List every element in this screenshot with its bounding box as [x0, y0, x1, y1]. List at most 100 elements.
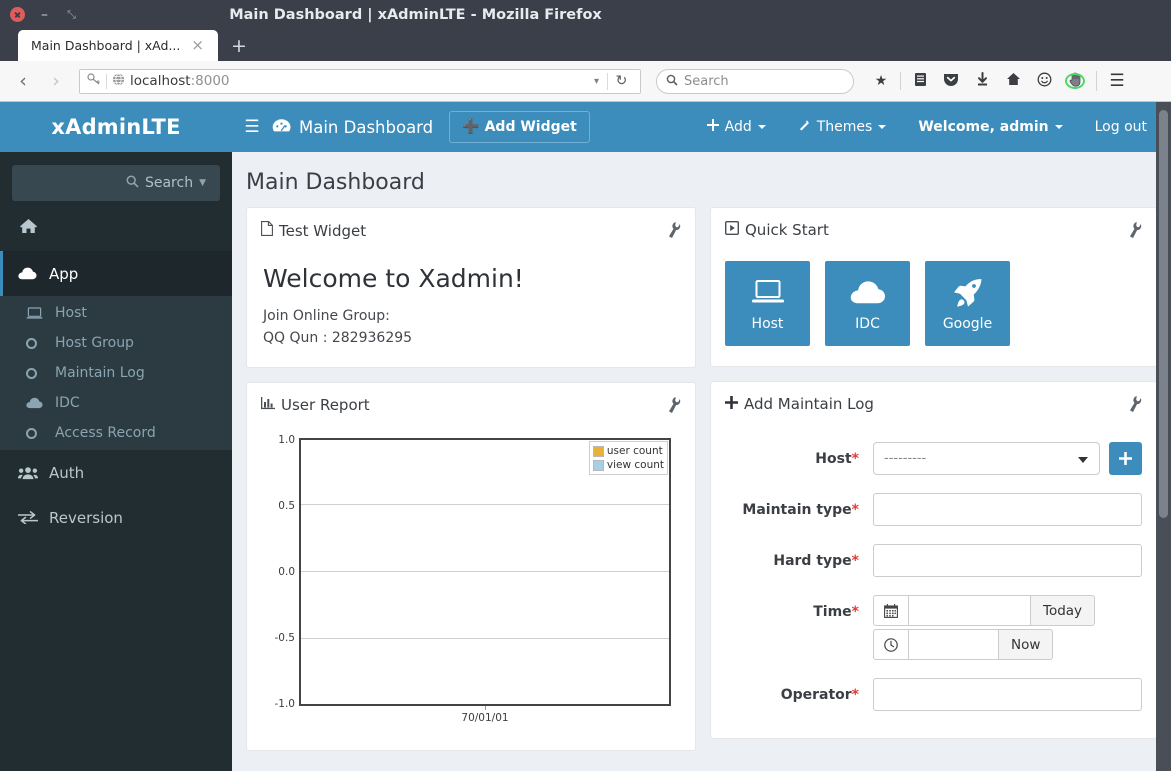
form-row-operator: Operator*	[725, 669, 1142, 720]
sync-smiley-icon[interactable]	[1030, 72, 1058, 91]
wrench-icon[interactable]	[664, 220, 685, 244]
form-row-hard-type: Hard type*	[725, 535, 1142, 586]
chevron-down-icon[interactable]: ▾	[586, 76, 607, 87]
window-close-button[interactable]	[10, 7, 25, 22]
required-marker: *	[851, 604, 859, 620]
host-select[interactable]: ---------	[873, 442, 1100, 475]
host-select-value: ---------	[884, 451, 927, 466]
home-icon[interactable]	[999, 72, 1027, 90]
sidebar-item-host[interactable]: Host	[0, 298, 232, 328]
page-header: Main Dashboard	[232, 152, 1171, 207]
play-box-icon	[724, 220, 740, 239]
scrollbar-thumb[interactable]	[1159, 110, 1168, 518]
x-tick-label: 70/01/01	[461, 712, 509, 724]
now-button[interactable]: Now	[999, 629, 1054, 660]
sidebar-search[interactable]: Search ▼	[12, 165, 220, 201]
sidebar-item-access-record[interactable]: Access Record	[0, 418, 232, 448]
browser-tab[interactable]: Main Dashboard | xAd... ×	[18, 30, 218, 61]
time-input[interactable]	[909, 629, 999, 660]
pocket-icon[interactable]	[937, 72, 965, 91]
menu-divider	[1096, 71, 1097, 91]
sidebar-toggle-icon[interactable]: ☰	[232, 117, 272, 137]
sidebar-item-auth[interactable]: Auth	[0, 450, 232, 495]
library-icon[interactable]	[906, 72, 934, 91]
operator-label: Operator*	[780, 687, 859, 703]
widget-body: Host IDC Google	[711, 247, 1156, 366]
url-text: localhost:8000	[130, 73, 586, 89]
add-host-button[interactable]	[1109, 442, 1142, 475]
widget-quick-start: Quick Start Host IDC Google	[710, 207, 1157, 367]
clock-icon[interactable]	[873, 629, 909, 660]
operator-input[interactable]	[873, 678, 1142, 711]
wrench-icon[interactable]	[664, 395, 685, 419]
widget-test: Test Widget Welcome to Xadmin! Join Onli…	[246, 207, 696, 368]
today-button[interactable]: Today	[1031, 595, 1096, 626]
sidebar-subitem-label: Access Record	[55, 425, 156, 441]
sidebar-item-app[interactable]: App	[0, 251, 232, 296]
gridline	[301, 571, 669, 572]
wrench-icon[interactable]	[1125, 220, 1146, 244]
hand-icon[interactable]	[1061, 71, 1089, 91]
tab-title: Main Dashboard | xAd...	[31, 38, 181, 53]
bar-chart-icon	[261, 396, 275, 414]
url-bar[interactable]: localhost:8000 ▾ ↻	[79, 68, 641, 94]
window-maximize-button[interactable]: ⤡	[64, 7, 79, 22]
plus-icon	[725, 395, 738, 413]
page-scrollbar[interactable]	[1156, 102, 1171, 771]
date-input[interactable]	[909, 595, 1031, 626]
close-icon[interactable]: ×	[185, 38, 210, 53]
quick-start-tile-idc[interactable]: IDC	[825, 261, 910, 346]
sidebar-item-idc[interactable]: IDC	[0, 388, 232, 418]
widget-user-report: User Report 1.0 0.5 0.0 -0.5 -1.0 user c…	[246, 382, 696, 751]
nav-themes-menu[interactable]: Themes	[782, 119, 903, 136]
legend-item: user count	[592, 444, 664, 458]
main-content: ☰ Main Dashboard ➕ Add Widget Add Themes…	[232, 102, 1171, 771]
quick-start-tile-host[interactable]: Host	[725, 261, 810, 346]
sidebar-item-host-group[interactable]: Host Group	[0, 328, 232, 358]
sidebar-item-reversion[interactable]: Reversion	[0, 495, 232, 540]
form-row-maintain-type: Maintain type*	[725, 484, 1142, 535]
logout-link[interactable]: Log out	[1079, 119, 1163, 135]
hard-type-input[interactable]	[873, 544, 1142, 577]
form-row-time: Time* Today Now	[725, 586, 1142, 669]
y-tick-label: -1.0	[274, 698, 296, 710]
browser-menu-icon[interactable]: ☰	[1104, 71, 1130, 91]
widget-title-wrap: Add Maintain Log	[725, 395, 874, 413]
gridline	[301, 638, 669, 639]
nav-themes-label: Themes	[816, 119, 873, 135]
tile-label: Google	[942, 315, 993, 332]
nav-user-menu[interactable]: Welcome, admin	[902, 119, 1078, 135]
time-input-group: Now	[873, 629, 1054, 660]
download-icon[interactable]	[968, 71, 996, 91]
back-button[interactable]: ‹	[8, 70, 38, 92]
quick-start-tile-google[interactable]: Google	[925, 261, 1010, 346]
maintain-type-input[interactable]	[873, 493, 1142, 526]
navbar-brand[interactable]: Main Dashboard	[272, 118, 433, 137]
search-placeholder: Search	[684, 73, 729, 89]
wrench-icon[interactable]	[1125, 394, 1146, 418]
calendar-icon[interactable]	[873, 595, 909, 626]
host-control: ---------	[873, 442, 1142, 475]
reload-button[interactable]: ↻	[608, 73, 635, 89]
widget-title: Quick Start	[745, 221, 829, 239]
url-port: :8000	[190, 73, 230, 89]
cloud-icon	[26, 397, 44, 409]
sidebar-item-home[interactable]	[0, 201, 232, 251]
sidebar-submenu-app: Host Host Group Maintain Log IDC Access …	[0, 296, 232, 450]
new-tab-icon[interactable]: +	[218, 37, 260, 56]
widget-title-wrap: Test Widget	[261, 221, 366, 240]
plus-icon	[706, 119, 719, 135]
host-label: Host*	[815, 451, 859, 467]
app-logo[interactable]: xAdminLTE	[0, 102, 232, 152]
window-title-wrap: Main Dashboard | xAdminLTE - Mozilla Fir…	[0, 7, 1171, 23]
add-widget-button[interactable]: ➕ Add Widget	[449, 111, 590, 143]
bookmark-star-icon[interactable]: ★	[867, 73, 895, 89]
sidebar-item-maintain-log[interactable]: Maintain Log	[0, 358, 232, 388]
chevron-down-icon: ▼	[199, 178, 206, 188]
container-indicator	[1065, 73, 1085, 89]
search-input[interactable]: Search	[656, 68, 854, 94]
window-minimize-button[interactable]: –	[37, 7, 52, 22]
nav-add-menu[interactable]: Add	[691, 119, 782, 135]
forward-button[interactable]: ›	[41, 70, 71, 92]
sidebar-subitem-label: Host	[55, 305, 87, 321]
